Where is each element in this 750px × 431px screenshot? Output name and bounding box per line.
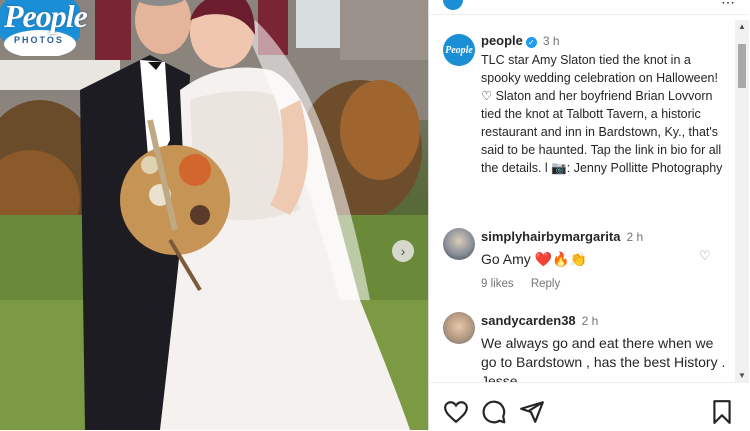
caption-username[interactable]: people <box>481 33 523 48</box>
caption-block: people ✓ 3 h TLC star Amy Slaton tied the … <box>481 32 731 177</box>
comments-scroll-area[interactable]: People people ✓ 3 h TLC star Amy Slaton ti… <box>429 20 735 382</box>
comment-item: simplyhairbymargarita 2 h Go Amy ❤️🔥👏 9 l… <box>481 228 731 293</box>
share-icon[interactable] <box>519 399 545 425</box>
comment-username[interactable]: simplyhairbymargarita <box>481 229 620 244</box>
carousel-next-button[interactable]: › <box>392 240 414 262</box>
verified-badge-icon: ✓ <box>525 37 537 48</box>
comment-username[interactable]: sandycarden38 <box>481 313 576 328</box>
header-avatar[interactable] <box>443 0 463 10</box>
comment-avatar[interactable] <box>443 312 475 344</box>
people-avatar[interactable]: People <box>443 34 475 66</box>
logo-wordmark: People <box>4 0 88 34</box>
post-photo[interactable]: People PHOTOS › <box>0 0 428 430</box>
caption-text: TLC star Amy Slaton tied the knot in a s… <box>481 53 723 175</box>
comment-text: Go Amy ❤️🔥👏 <box>481 251 587 267</box>
scrollbar-thumb[interactable] <box>738 44 746 88</box>
more-options-icon[interactable]: ⋯ <box>721 0 735 11</box>
chevron-right-icon: › <box>400 243 406 259</box>
comment-item: sandycarden38 2 h We always go and eat th… <box>481 312 731 382</box>
comments-scrollbar[interactable]: ▲ ▼ <box>735 20 749 382</box>
comment-meta: 9 likes Reply <box>481 275 731 293</box>
scroll-up-arrow-icon[interactable]: ▲ <box>738 22 746 31</box>
logo-subtitle: PHOTOS <box>14 35 64 45</box>
comment-like-heart-icon[interactable]: ♡ <box>699 248 711 264</box>
bookmark-icon[interactable] <box>709 399 735 425</box>
people-photos-logo: People PHOTOS <box>0 0 88 56</box>
comment-text: We always go and eat there when we go to… <box>481 335 726 382</box>
people-avatar-text: People <box>445 44 473 56</box>
comment-time[interactable]: 2 h <box>626 230 643 244</box>
action-bar <box>429 382 749 431</box>
wedding-photo-image <box>0 0 428 430</box>
reply-button[interactable]: Reply <box>531 278 560 290</box>
scroll-down-arrow-icon[interactable]: ▼ <box>738 371 746 380</box>
comment-time[interactable]: 2 h <box>582 314 599 328</box>
heart-icon[interactable] <box>443 399 469 425</box>
caption-time[interactable]: 3 h <box>543 34 560 48</box>
comment-likes[interactable]: 9 likes <box>481 278 514 290</box>
comments-panel: ⋯ People people ✓ 3 h TLC star Amy Slaton … <box>428 0 750 430</box>
comment-avatar[interactable] <box>443 228 475 260</box>
post-header-strip: ⋯ <box>429 0 749 15</box>
comment-icon[interactable] <box>481 399 507 425</box>
